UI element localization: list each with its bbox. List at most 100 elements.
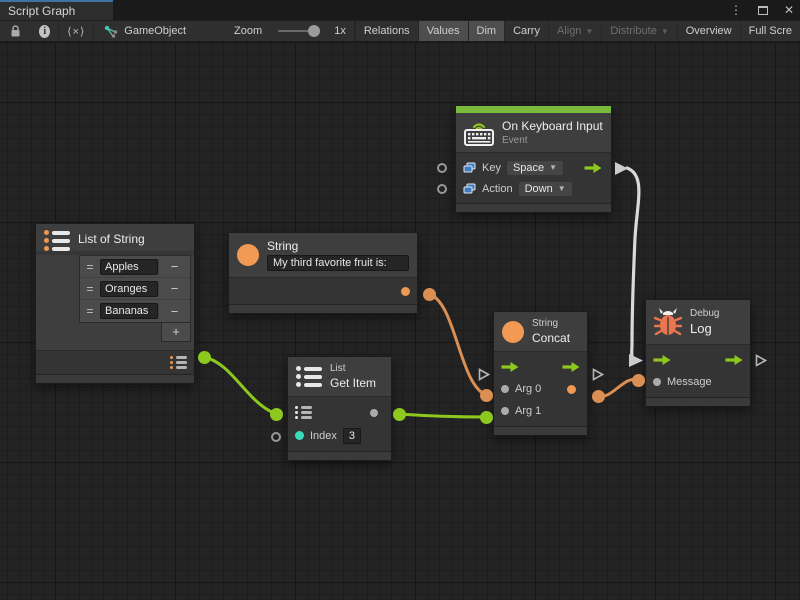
toolbar-button-distribute[interactable]: Distribute ▼ (602, 21, 677, 41)
zoom-label: Zoom (226, 21, 270, 41)
flow-output-arrow-icon[interactable] (725, 355, 743, 365)
flow-input-arrow-icon[interactable] (501, 362, 519, 372)
list-output-wire-ball[interactable] (198, 351, 211, 364)
toolbar-button-dim[interactable]: Dim (469, 21, 506, 41)
port-label-action: Action (482, 183, 513, 195)
node-category: Debug (690, 308, 719, 319)
concat-arg1-wire-ball[interactable] (480, 411, 493, 424)
node-footer (494, 426, 587, 435)
list-item-input[interactable]: Oranges (100, 281, 158, 297)
concat-result-wire-ball[interactable] (592, 390, 605, 403)
port-label-message: Message (667, 376, 712, 388)
list-output-port[interactable] (170, 356, 187, 369)
edit-code-button[interactable]: ⟨×⟩ (59, 21, 94, 41)
node-footer (288, 451, 391, 460)
getitem-output-wire-ball[interactable] (393, 408, 406, 421)
zoom-slider-handle[interactable] (308, 25, 320, 37)
drag-handle-icon[interactable]: = (80, 304, 100, 318)
wire-list-to-getitem[interactable] (204, 357, 274, 413)
node-list-of-string[interactable]: List of String = Apples − = Oranges − (35, 223, 195, 384)
node-string-literal[interactable]: String My third favorite fruit is: (228, 232, 418, 314)
list-item-input[interactable]: Apples (100, 259, 158, 275)
flow-output-arrow-icon[interactable] (584, 163, 602, 173)
result-output-port[interactable] (567, 385, 576, 394)
list-item-row: = Oranges − (80, 278, 190, 300)
toolbar-button-overview[interactable]: Overview (678, 21, 741, 41)
string-output-wire-ball[interactable] (423, 288, 436, 301)
add-item-button[interactable]: + (161, 323, 191, 342)
index-value-input[interactable]: 3 (343, 428, 361, 444)
node-debug-log[interactable]: Debug Log Message (645, 299, 751, 407)
string-output-port[interactable] (401, 287, 410, 296)
getitem-list-input-wire-ball[interactable] (270, 408, 283, 421)
string-value-input[interactable]: My third favorite fruit is: (267, 255, 409, 271)
toolbar-button-values[interactable]: Values (419, 21, 469, 41)
list-editor: = Apples − = Oranges − = Bananas − (79, 255, 191, 323)
port-label-arg0: Arg 0 (515, 383, 541, 395)
toolbar-button-align[interactable]: Align ▼ (549, 21, 602, 41)
port-label-key: Key (482, 162, 501, 174)
keyboard-action-unconnected-port[interactable] (437, 184, 447, 194)
event-accent-bar (456, 106, 611, 113)
gameobject-target[interactable]: GameObject (94, 21, 196, 41)
window-menu-icon[interactable]: ⋮ (730, 3, 742, 17)
arg0-input-port[interactable] (501, 385, 509, 393)
list-item-input[interactable]: Bananas (100, 303, 158, 319)
wire-getitem-to-concat[interactable] (399, 414, 486, 417)
concat-flow-in-unconnected[interactable] (478, 368, 490, 381)
node-title: List of String (78, 232, 145, 246)
concat-flow-out-unconnected[interactable] (592, 368, 604, 381)
concat-arg0-wire-ball[interactable] (480, 389, 493, 402)
node-category: List (330, 363, 376, 374)
debug-message-wire-ball[interactable] (632, 374, 645, 387)
drag-handle-icon[interactable]: = (80, 260, 100, 274)
list-icon (296, 366, 322, 387)
keyboard-trigger-connector[interactable] (614, 161, 629, 176)
bug-icon (654, 306, 682, 338)
wire-keyboard-to-debug[interactable] (627, 168, 639, 360)
node-footer (646, 397, 750, 406)
maximize-icon[interactable] (758, 6, 768, 15)
list-input-port[interactable] (295, 406, 312, 419)
node-concat[interactable]: String Concat Arg 0 (493, 311, 588, 436)
toolbar-button-carry[interactable]: Carry (505, 21, 549, 41)
flow-input-arrow-icon[interactable] (653, 355, 671, 365)
string-type-icon (502, 321, 524, 343)
info-button[interactable]: i (31, 21, 59, 41)
tab-script-graph[interactable]: Script Graph (0, 0, 113, 20)
zoom-slider[interactable] (278, 30, 318, 32)
lock-button[interactable] (0, 21, 31, 41)
node-title: String (267, 239, 409, 253)
node-category: String (532, 318, 570, 329)
node-title: Get Item (330, 376, 376, 390)
node-on-keyboard-input[interactable]: On Keyboard Input Event Key Space ▼ (455, 105, 612, 213)
close-icon[interactable]: ✕ (784, 3, 794, 17)
index-input-port[interactable] (295, 431, 304, 440)
node-footer (229, 304, 417, 313)
node-get-item[interactable]: List Get Item Index 3 (287, 356, 392, 461)
remove-item-button[interactable]: − (158, 259, 190, 274)
node-footer (456, 203, 611, 212)
drag-handle-icon[interactable]: = (80, 282, 100, 296)
message-input-port[interactable] (653, 378, 661, 386)
debug-flow-out-unconnected[interactable] (755, 354, 767, 367)
remove-item-button[interactable]: − (158, 304, 190, 319)
node-footer (36, 374, 194, 383)
dropdown-caret-icon: ▼ (558, 184, 566, 193)
arg1-input-port[interactable] (501, 407, 509, 415)
gameobject-label: GameObject (124, 25, 186, 37)
toolbar-button-relations[interactable]: Relations (356, 21, 419, 41)
key-dropdown[interactable]: Space ▼ (507, 161, 563, 175)
keyboard-key-unconnected-port[interactable] (437, 163, 447, 173)
action-dropdown[interactable]: Down ▼ (519, 182, 572, 196)
graph-toolbar: i ⟨×⟩ GameObject Zoom 1x Relations Value… (0, 20, 800, 42)
getitem-index-unconnected-port[interactable] (271, 432, 281, 442)
flow-output-arrow-icon[interactable] (562, 362, 580, 372)
debug-flow-in-connector[interactable] (628, 353, 644, 368)
remove-item-button[interactable]: − (158, 281, 190, 296)
item-output-port[interactable] (370, 409, 378, 417)
info-icon: i (39, 25, 50, 38)
graph-canvas[interactable]: On Keyboard Input Event Key Space ▼ (0, 43, 800, 600)
string-type-icon (237, 244, 259, 266)
toolbar-button-fullscreen[interactable]: Full Scre (741, 21, 800, 41)
